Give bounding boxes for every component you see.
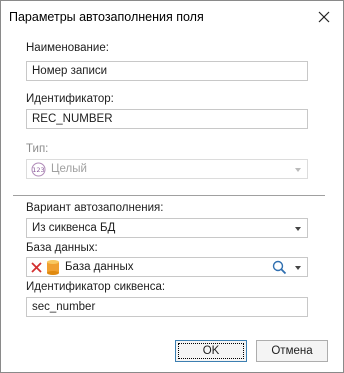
autofill-variant-label: Вариант автозаполнения: <box>26 202 164 214</box>
type-select-value: Целый <box>51 163 87 175</box>
database-icon <box>46 259 60 279</box>
close-icon[interactable] <box>315 8 333 26</box>
svg-text:123: 123 <box>32 166 44 174</box>
database-label: База данных: <box>26 242 98 254</box>
search-icon[interactable] <box>272 260 287 278</box>
dialog-title: Параметры автозаполнения поля <box>9 10 204 24</box>
identifier-label: Идентификатор: <box>26 93 114 105</box>
autofill-variant-value: Из сиквенса БД <box>32 222 116 234</box>
chevron-down-icon[interactable] <box>295 266 301 270</box>
name-input-value: Номер записи <box>32 65 108 77</box>
chevron-down-icon <box>295 227 301 231</box>
autofill-variant-select[interactable]: Из сиквенса БД <box>26 218 308 238</box>
sequence-id-label: Идентификатор сиквенса: <box>26 281 166 293</box>
identifier-input-value: REC_NUMBER <box>32 113 113 125</box>
name-input[interactable]: Номер записи <box>26 61 308 81</box>
name-label: Наименование: <box>26 42 109 54</box>
type-select[interactable]: 123 Целый <box>26 159 308 179</box>
title-bar: Параметры автозаполнения поля <box>1 1 343 33</box>
autofill-settings-dialog: Параметры автозаполнения поля Наименован… <box>0 0 344 373</box>
ok-button[interactable]: OK <box>175 340 247 362</box>
type-label: Тип: <box>26 143 49 155</box>
clear-icon[interactable] <box>30 261 43 277</box>
chevron-down-icon <box>295 168 301 172</box>
integer-type-icon: 123 <box>31 162 46 180</box>
identifier-input[interactable]: REC_NUMBER <box>26 109 308 129</box>
sequence-id-input[interactable]: sec_number <box>26 297 308 317</box>
cancel-button[interactable]: Отмена <box>256 340 328 362</box>
separator <box>13 195 325 196</box>
database-select-value: База данных <box>65 261 134 273</box>
sequence-id-value: sec_number <box>32 301 96 313</box>
database-select[interactable]: База данных <box>26 257 308 277</box>
